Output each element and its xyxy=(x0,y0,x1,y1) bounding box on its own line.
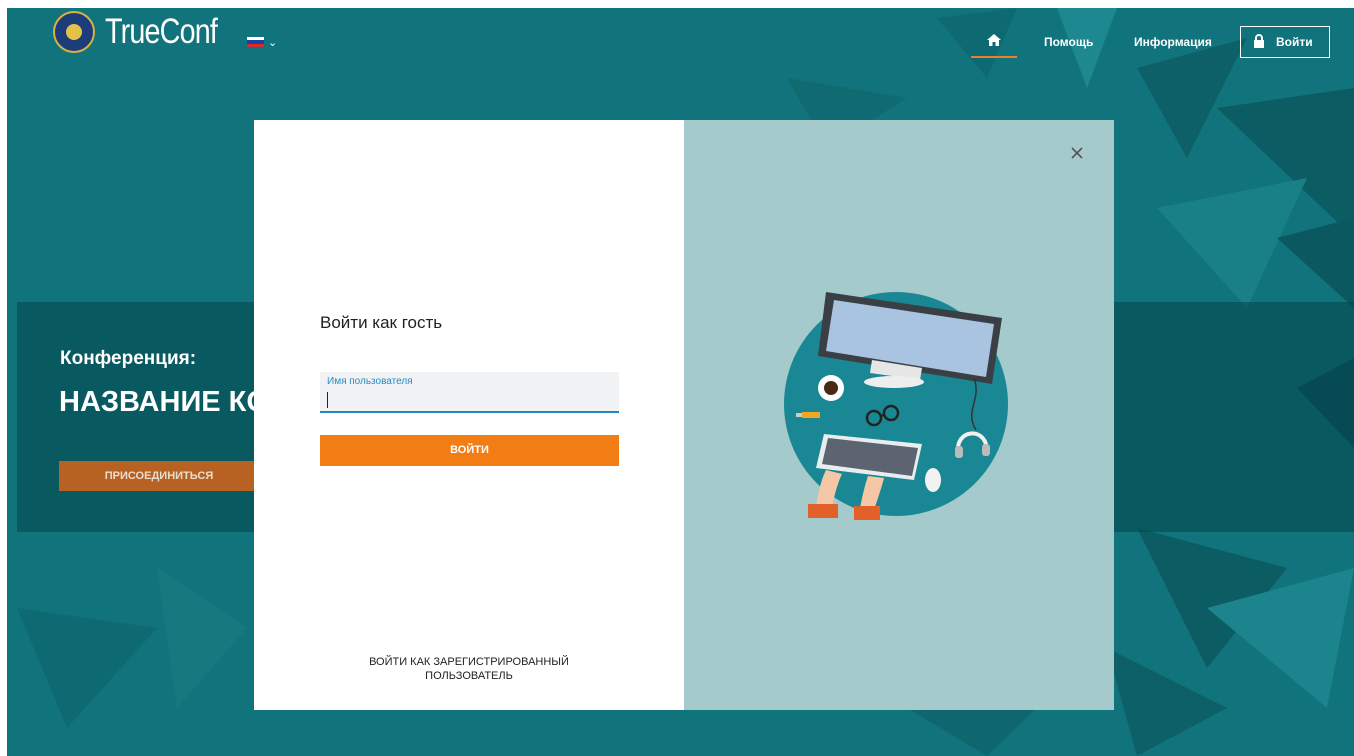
text-caret xyxy=(327,392,328,408)
join-button[interactable]: ПРИСОЕДИНИТЬСЯ xyxy=(59,461,279,491)
login-button[interactable]: Войти xyxy=(1240,26,1330,58)
conference-label: Конференция: xyxy=(60,348,197,369)
home-icon xyxy=(987,34,1001,46)
username-input[interactable] xyxy=(326,390,611,410)
submit-button[interactable]: ВОЙТИ xyxy=(320,435,619,466)
username-field[interactable]: Имя пользователя xyxy=(320,372,619,413)
chevron-down-icon: ⌄ xyxy=(268,37,278,49)
lock-icon xyxy=(1254,34,1264,48)
close-icon[interactable] xyxy=(1069,145,1085,161)
login-modal: Войти как гость Имя пользователя ВОЙТИ В… xyxy=(254,120,1114,710)
brand-logo[interactable]: TrueConf xyxy=(105,12,218,52)
modal-form-panel: Войти как гость Имя пользователя ВОЙТИ В… xyxy=(254,120,684,710)
login-button-label: Войти xyxy=(1276,35,1313,49)
emblem-icon[interactable] xyxy=(53,11,95,53)
nav-help[interactable]: Помощь xyxy=(1044,35,1093,49)
nav-info[interactable]: Информация xyxy=(1134,35,1212,49)
app-window: TrueConf ⌄ Помощь Информация Войти Конфе… xyxy=(7,8,1354,756)
workspace-illustration-icon xyxy=(784,292,1008,520)
flag-ru-icon xyxy=(247,37,264,47)
modal-illustration-panel xyxy=(684,120,1114,710)
registered-user-link[interactable]: ВОЙТИ КАК ЗАРЕГИСТРИРОВАННЫЙ ПОЛЬЗОВАТЕЛ… xyxy=(344,655,594,683)
language-selector[interactable]: ⌄ xyxy=(247,34,283,50)
modal-title: Войти как гость xyxy=(320,313,443,332)
username-label: Имя пользователя xyxy=(327,376,413,387)
nav-home[interactable] xyxy=(971,30,1017,58)
